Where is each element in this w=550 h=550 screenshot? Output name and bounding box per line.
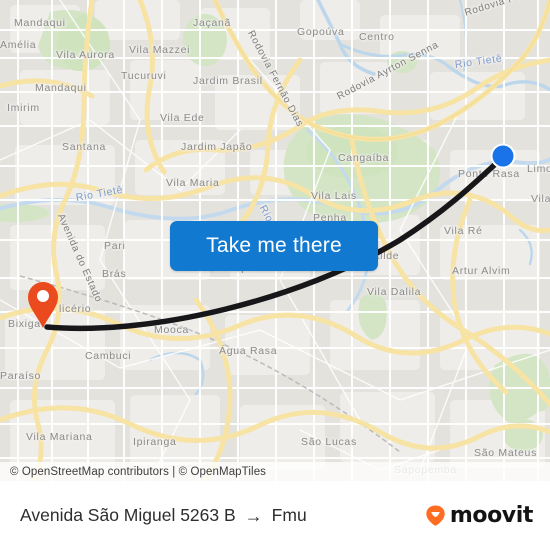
- take-me-there-button[interactable]: Take me there: [170, 221, 378, 271]
- footer-bar: Avenida São Miguel 5263 B → Fmu moovit: [0, 481, 550, 550]
- arrow-icon: →: [244, 505, 263, 526]
- route-summary: Avenida São Miguel 5263 B → Fmu: [20, 505, 307, 526]
- moovit-pin-icon: [426, 505, 445, 526]
- moovit-wordmark: moovit: [449, 503, 534, 528]
- origin-label: Avenida São Miguel 5263 B: [20, 505, 236, 525]
- destination-label: Fmu: [271, 505, 307, 525]
- attribution-text[interactable]: © OpenStreetMap contributors | © OpenMap…: [0, 466, 266, 478]
- map-canvas[interactable]: Mandaqui Jaçanã Gopoúva Centro Amélia Vila Au…: [0, 0, 550, 481]
- moovit-map-share-card: Mandaqui Jaçanã Gopoúva Centro Amélia Vila Au…: [0, 0, 550, 550]
- map-attribution-bar: © OpenStreetMap contributors | © OpenMap…: [0, 462, 550, 481]
- moovit-logo[interactable]: moovit: [424, 503, 533, 528]
